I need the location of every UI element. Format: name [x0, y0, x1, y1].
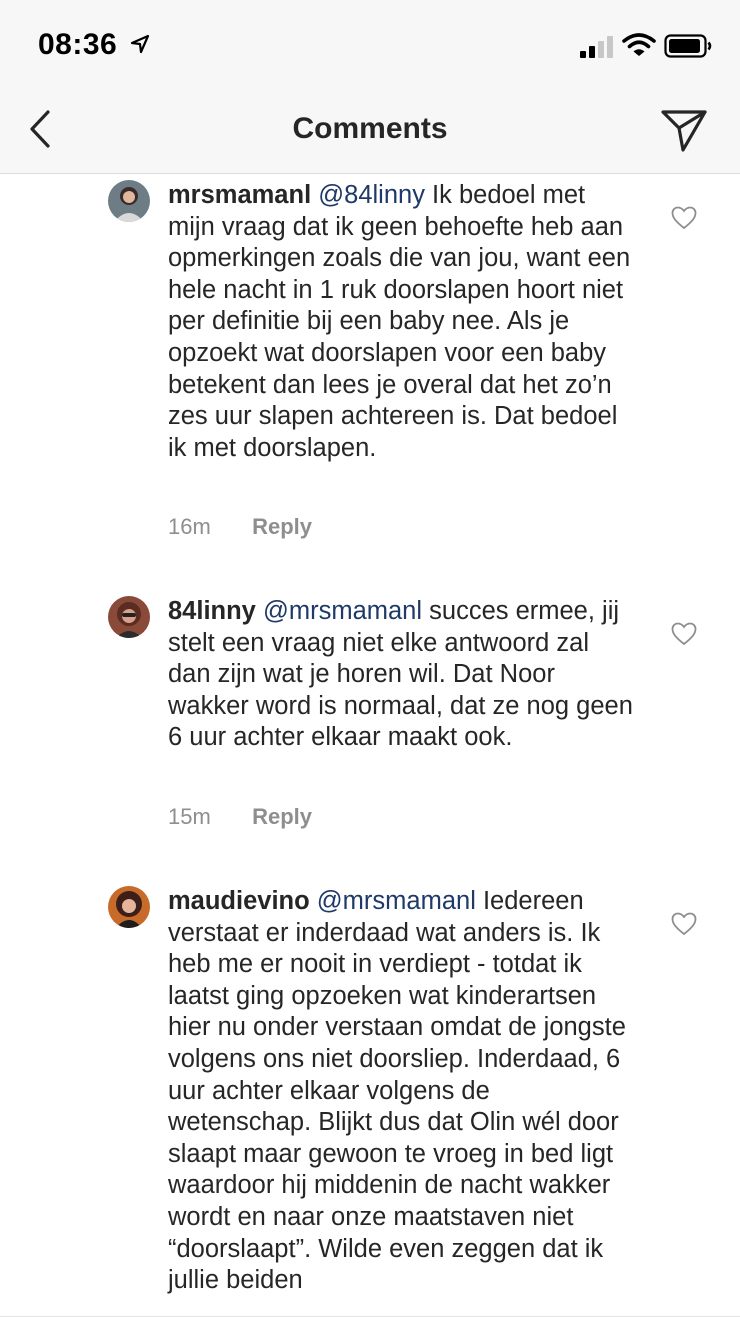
- wifi-icon: [622, 33, 656, 56]
- avatar[interactable]: [108, 596, 150, 638]
- comment-time: 15m: [168, 804, 211, 829]
- comment-body: Ik bedoel met mijn vraag dat ik geen beh…: [168, 181, 631, 462]
- comment-time: 16m: [168, 514, 211, 539]
- avatar[interactable]: [108, 886, 150, 928]
- top-bar: 08:36 Comments: [0, 0, 740, 174]
- location-arrow-icon: [130, 34, 150, 54]
- comment-mention[interactable]: @mrsmamanl: [317, 887, 476, 915]
- comment-meta: 15m Reply: [168, 804, 312, 830]
- reply-button[interactable]: Reply: [252, 514, 312, 539]
- comment-username[interactable]: maudievino: [168, 887, 310, 915]
- heart-outline-icon[interactable]: [671, 622, 697, 646]
- heart-outline-icon[interactable]: [671, 206, 697, 230]
- comment-text: maudievino @mrsmamanl Iedereen verstaat …: [168, 886, 638, 1297]
- comment-username[interactable]: 84linny: [168, 597, 256, 625]
- signal-bars-icon: [580, 36, 613, 58]
- comment-body: Iedereen verstaat er inderdaad wat ander…: [168, 887, 626, 1295]
- battery-icon: [664, 34, 712, 58]
- comment-mention[interactable]: @84linny: [318, 181, 425, 209]
- comment-mention[interactable]: @mrsmamanl: [263, 597, 422, 625]
- comment-text: mrsmamanl @84linny Ik bedoel met mijn vr…: [168, 180, 638, 464]
- reply-button[interactable]: Reply: [252, 804, 312, 829]
- bottom-divider: [0, 1316, 740, 1317]
- avatar[interactable]: [108, 180, 150, 222]
- heart-outline-icon[interactable]: [671, 912, 697, 936]
- comment-meta: 16m Reply: [168, 514, 312, 540]
- status-time: 08:36: [38, 28, 118, 61]
- paper-plane-icon[interactable]: [658, 106, 710, 154]
- comment-username[interactable]: mrsmamanl: [168, 181, 311, 209]
- comment-text: 84linny @mrsmamanl succes ermee, jij ste…: [168, 596, 638, 754]
- page-title: Comments: [292, 112, 448, 145]
